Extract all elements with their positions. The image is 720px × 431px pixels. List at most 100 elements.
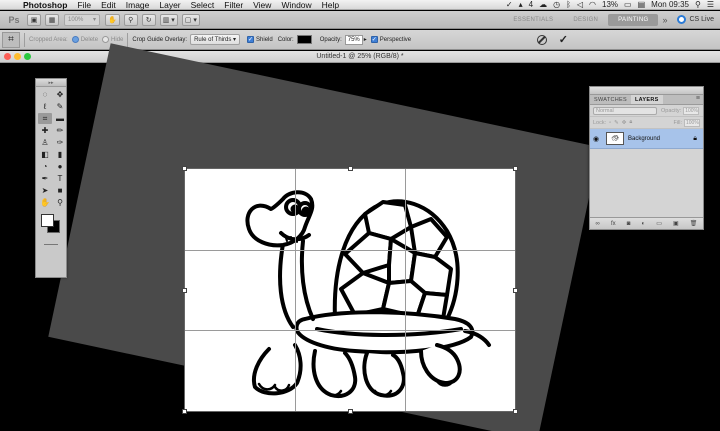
crop-handle-right[interactable]	[513, 288, 518, 293]
minimize-icon[interactable]	[14, 53, 21, 60]
panel-menu-icon[interactable]: ≡	[696, 95, 703, 104]
menu-help[interactable]: Help	[317, 0, 344, 10]
zoom-tool-icon[interactable]: ⚲	[53, 197, 67, 208]
layer-opacity-field[interactable]: 100%	[683, 106, 700, 115]
fill-field[interactable]: 100%	[684, 118, 700, 127]
screen-mode-button[interactable]: ▢ ▾	[181, 13, 200, 26]
menu-layer[interactable]: Layer	[154, 0, 185, 10]
bluetooth-icon[interactable]: ᛒ	[566, 0, 571, 9]
marquee-tool-icon[interactable]: ◌	[38, 89, 52, 100]
new-group-icon[interactable]: ▭	[656, 220, 662, 227]
cancel-icon[interactable]	[536, 34, 547, 45]
menu-image[interactable]: Image	[121, 0, 155, 10]
close-icon[interactable]	[4, 53, 11, 60]
eraser-tool-icon[interactable]: ◧	[38, 149, 52, 160]
tab-swatches[interactable]: SWATCHES	[590, 95, 631, 104]
healing-tool-icon[interactable]: ✚	[38, 125, 52, 136]
panel-grip[interactable]	[590, 87, 703, 95]
arrange-documents-button[interactable]: ▥ ▾	[159, 13, 178, 26]
adjustment-layer-icon[interactable]: ◐	[641, 221, 645, 227]
workspace-design[interactable]: DESIGN	[563, 14, 608, 26]
flag-icon[interactable]: ▤	[638, 0, 646, 9]
layer-row[interactable]: ◉ 🐢︎ Background 🔒︎	[590, 129, 703, 149]
battery-icon[interactable]: ▭	[624, 0, 632, 9]
cs-live-button[interactable]: CS Live	[671, 15, 720, 24]
chevron-right-icon[interactable]: ▸	[364, 36, 367, 43]
workspace-essentials[interactable]: ESSENTIALS	[503, 14, 563, 26]
visibility-eye-icon[interactable]: ◉	[590, 135, 602, 143]
wifi-icon[interactable]: ◠	[589, 0, 596, 9]
quick-mask-toggle[interactable]	[44, 244, 58, 248]
workspace-painting[interactable]: PAINTING	[608, 13, 659, 26]
crop-tool-icon[interactable]: ⌗	[38, 113, 52, 124]
crop-handle-top-left[interactable]	[182, 166, 187, 171]
tool-preset-picker[interactable]: ⌗	[2, 31, 20, 48]
drive-icon[interactable]: ▴	[519, 0, 523, 9]
crop-handle-top-right[interactable]	[513, 166, 518, 171]
notifications-icon[interactable]: ☰	[707, 0, 714, 9]
lock-pixels-icon[interactable]: ✎	[614, 120, 619, 126]
zoom-level-select[interactable]: 100% ▾	[64, 13, 100, 26]
new-layer-icon[interactable]: ▣	[673, 220, 679, 227]
menu-select[interactable]: Select	[186, 0, 220, 10]
type-tool-icon[interactable]: T	[53, 173, 67, 184]
delete-layer-icon[interactable]: 🗑︎	[690, 220, 698, 227]
tools-panel-header[interactable]: ▸▸	[36, 79, 66, 87]
hand-button[interactable]: ✋	[105, 13, 120, 26]
menu-file[interactable]: File	[72, 0, 96, 10]
opacity-field[interactable]: 75%	[344, 34, 363, 45]
crop-handle-top[interactable]	[348, 166, 353, 171]
extras-button[interactable]: ▦	[45, 13, 59, 26]
shield-checkbox[interactable]: ✓	[247, 36, 255, 43]
link-layers-icon[interactable]: ∞	[596, 221, 600, 227]
lock-all-icon[interactable]: 🔒︎	[629, 119, 632, 126]
spotlight-icon[interactable]: ⚲	[695, 0, 701, 9]
check-circle-icon[interactable]: ✓	[506, 0, 513, 9]
path-select-tool-icon[interactable]: ➤	[38, 185, 52, 196]
bridge-button[interactable]: ▣	[27, 13, 41, 26]
lock-transparent-icon[interactable]: ▫	[609, 120, 611, 126]
shield-color-swatch[interactable]	[296, 35, 312, 44]
clock-text[interactable]: Mon 09:35	[651, 0, 689, 9]
delete-radio[interactable]	[71, 36, 79, 43]
hand-tool-icon[interactable]: ✋	[38, 197, 52, 208]
crop-box[interactable]	[182, 166, 518, 414]
menu-app[interactable]: Photoshop	[18, 0, 72, 10]
commit-check-icon[interactable]: ✓	[559, 33, 568, 46]
overlay-select[interactable]: Rule of Thirds ▾	[190, 34, 241, 45]
ruler-tool-icon[interactable]: ▬	[53, 113, 67, 124]
more-workspaces-button[interactable]: »	[658, 15, 671, 25]
quick-select-tool-icon[interactable]: ✎	[53, 101, 67, 112]
crop-handle-bottom[interactable]	[348, 409, 353, 414]
menu-view[interactable]: View	[248, 0, 276, 10]
dodge-tool-icon[interactable]: ●	[53, 161, 67, 172]
blur-tool-icon[interactable]: ◔	[38, 161, 52, 172]
hide-radio[interactable]	[102, 36, 110, 43]
badge-count[interactable]: 4	[529, 0, 533, 9]
blend-mode-select[interactable]: Normal	[593, 106, 657, 115]
history-brush-icon[interactable]: ✑	[53, 137, 67, 148]
menu-filter[interactable]: Filter	[219, 0, 248, 10]
zoom-icon[interactable]	[24, 53, 31, 60]
perspective-checkbox[interactable]: ✓	[370, 36, 378, 43]
menu-edit[interactable]: Edit	[96, 0, 121, 10]
menu-window[interactable]: Window	[276, 0, 316, 10]
layer-name[interactable]: Background	[628, 136, 660, 142]
add-mask-icon[interactable]: ◙	[627, 221, 631, 227]
pen-tool-icon[interactable]: ✒	[38, 173, 52, 184]
volume-icon[interactable]: ◁	[577, 0, 583, 9]
move-tool-icon[interactable]: ✥	[53, 89, 67, 100]
foreground-color[interactable]	[41, 214, 54, 227]
crop-handle-bottom-right[interactable]	[513, 409, 518, 414]
layer-style-icon[interactable]: fx	[611, 221, 616, 227]
tab-layers[interactable]: LAYERS	[630, 95, 663, 104]
crop-handle-bottom-left[interactable]	[182, 409, 187, 414]
clock-icon[interactable]: ◷	[553, 0, 560, 9]
lock-position-icon[interactable]: ✥	[622, 120, 627, 126]
battery-percent[interactable]: 13%	[602, 0, 618, 9]
shape-tool-icon[interactable]: ■	[53, 185, 67, 196]
lasso-tool-icon[interactable]: ℓ	[38, 101, 52, 112]
crop-handle-left[interactable]	[182, 288, 187, 293]
rotate-view-button[interactable]: ↻	[141, 13, 156, 26]
gradient-tool-icon[interactable]: ▮	[53, 149, 67, 160]
